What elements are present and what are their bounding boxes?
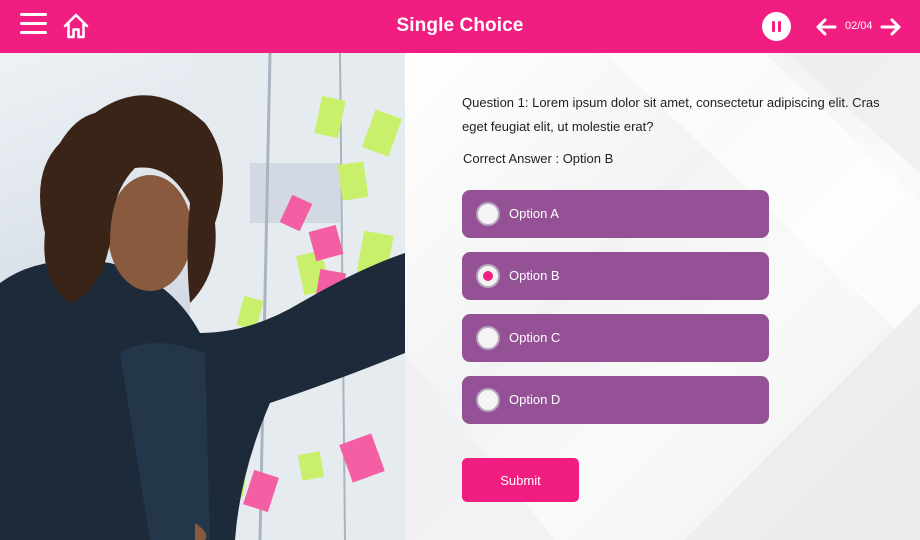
option-label: Option B bbox=[509, 268, 560, 283]
submit-button[interactable]: Submit bbox=[462, 458, 579, 502]
option-label: Option C bbox=[509, 330, 561, 345]
option-c[interactable]: Option C bbox=[462, 314, 769, 362]
arrow-right-icon[interactable] bbox=[880, 17, 902, 37]
pause-icon[interactable] bbox=[762, 12, 791, 41]
option-d[interactable]: Option D bbox=[462, 376, 769, 424]
correct-answer-text: Correct Answer : Option B bbox=[463, 151, 614, 166]
question-panel: Question 1: Lorem ipsum dolor sit amet, … bbox=[405, 53, 920, 540]
option-a[interactable]: Option A bbox=[462, 190, 769, 238]
radio-button-selected[interactable] bbox=[476, 264, 500, 288]
radio-button-unselected[interactable] bbox=[476, 326, 500, 350]
option-b[interactable]: Option B bbox=[462, 252, 769, 300]
option-label: Option A bbox=[509, 206, 559, 221]
radio-button-unselected[interactable] bbox=[476, 202, 500, 226]
page-counter: 02/04 bbox=[845, 20, 873, 32]
woman-with-sticky-notes-photo bbox=[0, 53, 405, 540]
top-bar: Single Choice 02/04 bbox=[0, 0, 920, 53]
radio-button-unselected[interactable] bbox=[476, 388, 500, 412]
question-text: Question 1: Lorem ipsum dolor sit amet, … bbox=[462, 95, 880, 134]
option-label: Option D bbox=[509, 392, 561, 407]
radio-selected-dot bbox=[483, 271, 493, 281]
arrow-left-icon[interactable] bbox=[815, 17, 837, 37]
